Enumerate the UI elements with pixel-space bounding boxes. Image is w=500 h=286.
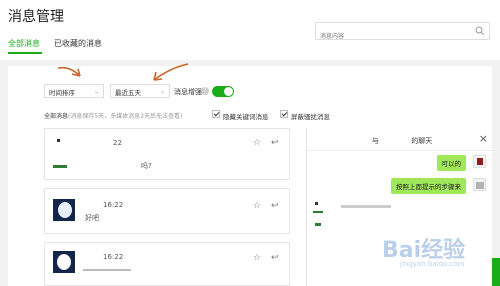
chevron-down-icon: ⌄: [93, 88, 99, 95]
all-messages-label: 全部消息: [44, 113, 69, 120]
search-box[interactable]: [315, 22, 490, 45]
avatar: [313, 220, 326, 233]
avatar: [53, 251, 75, 273]
star-icon[interactable]: ☆: [253, 138, 261, 148]
message-text: 吗?: [141, 162, 152, 170]
reply-icon[interactable]: ↩: [271, 201, 279, 211]
star-icon[interactable]: ☆: [253, 253, 261, 263]
search-input[interactable]: [316, 28, 470, 45]
sort-select-value: 时间排序: [49, 89, 75, 97]
range-select-value: 最近五天: [115, 89, 141, 97]
chat-title-prefix: 与: [371, 137, 379, 145]
list-item[interactable]: 16:22 好吧 ☆ ↩: [44, 188, 290, 234]
avatar: [473, 155, 486, 168]
chat-bubble-sent: 可以的: [436, 155, 466, 171]
tab-starred-messages[interactable]: 已收藏的消息: [54, 38, 102, 49]
avatar: [313, 202, 326, 215]
reply-icon[interactable]: ↩: [271, 253, 279, 263]
chat-title-suffix: 的聊天: [411, 137, 433, 145]
page-title: 消息管理: [8, 9, 64, 25]
star-icon[interactable]: ☆: [253, 201, 261, 211]
active-tab-indicator: [8, 52, 42, 54]
sort-select[interactable]: 时间排序 ⌄: [44, 84, 104, 98]
message-time: 16:22: [103, 201, 124, 209]
list-item[interactable]: 16:22 ☆ ↩: [44, 242, 290, 286]
message-preview-blur: [341, 205, 391, 208]
retention-note: (消息保存5天，多媒体消息3天后无法查看): [68, 113, 183, 120]
message-text: 好吧: [85, 214, 99, 222]
help-icon[interactable]: ?: [201, 87, 209, 95]
watermark-url: jingyan.baidu.com: [400, 260, 465, 268]
chat-divider: [307, 150, 493, 151]
list-item[interactable]: 22 吗? ☆ ↩: [44, 128, 290, 180]
enhance-label: 消息增强: [174, 88, 202, 96]
close-icon[interactable]: ×: [479, 132, 488, 145]
enhance-toggle[interactable]: [212, 86, 234, 97]
reply-icon[interactable]: ↩: [271, 138, 279, 148]
search-icon[interactable]: [475, 26, 485, 36]
message-time: 16:22: [103, 253, 124, 261]
message-preview-blur: [83, 269, 131, 271]
message-time: 22: [113, 139, 122, 147]
chat-title: 与 的聊天: [347, 136, 457, 146]
hide-keywords-checkbox[interactable]: [212, 110, 220, 118]
hide-keywords-label: 隐藏关键词消息: [223, 113, 269, 121]
chevron-down-icon: ⌄: [159, 88, 165, 95]
tab-all-messages[interactable]: 全部消息: [8, 38, 40, 49]
avatar: [53, 137, 75, 168]
scroll-indicator: [492, 258, 500, 286]
block-harass-checkbox[interactable]: [280, 110, 288, 118]
info-row: 全部消息(消息保存5天，多媒体消息3天后无法查看): [44, 111, 182, 120]
chat-bubble-sent: 按照上面提示的步骤来: [391, 178, 466, 194]
avatar: [53, 199, 75, 221]
range-select[interactable]: 最近五天 ⌄: [110, 84, 170, 98]
avatar: [473, 178, 486, 191]
block-harass-label: 屏蔽骚扰消息: [291, 113, 330, 121]
